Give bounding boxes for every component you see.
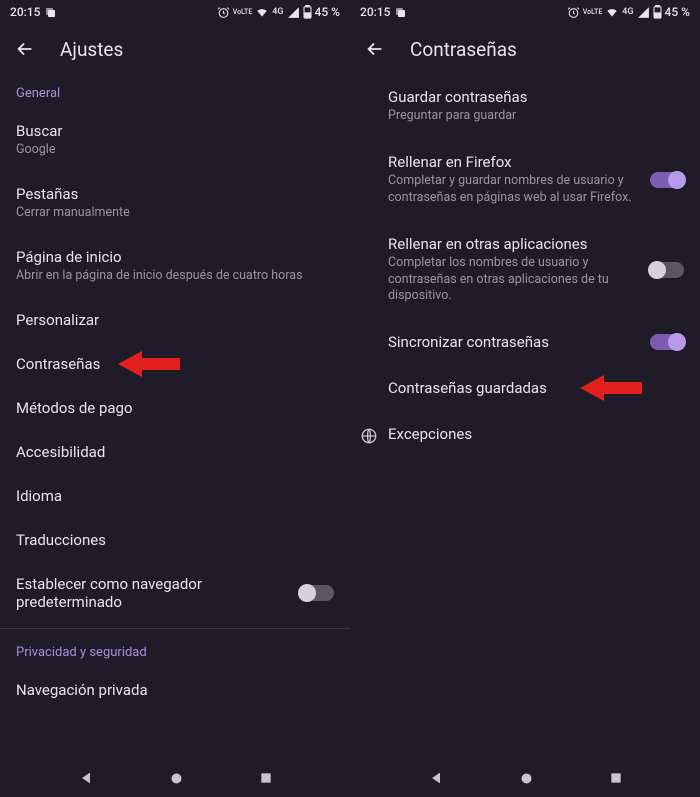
item-search[interactable]: Buscar Google: [0, 109, 350, 172]
wifi-icon: [605, 5, 619, 19]
item-language[interactable]: Idioma: [0, 474, 350, 518]
item-passwords[interactable]: Contraseñas: [0, 342, 350, 386]
passwords-list[interactable]: Guardar contraseñas Preguntar para guard…: [350, 74, 700, 759]
section-general: General: [0, 74, 350, 109]
status-time: 20:15: [10, 5, 40, 19]
alarm-icon: [567, 6, 580, 19]
back-button[interactable]: [14, 38, 36, 60]
toggle-default-browser[interactable]: [300, 585, 334, 601]
app-bar: Ajustes: [0, 24, 350, 74]
item-exceptions[interactable]: Excepciones: [388, 411, 700, 457]
nav-recent[interactable]: [259, 771, 273, 785]
nav-home[interactable]: [169, 771, 184, 786]
status-bar: 20:15 VoLTE 4G 45 %: [0, 0, 350, 24]
status-bar: 20:15 VoLTE 4G 45 %: [350, 0, 700, 24]
toggle-autofill-other[interactable]: [650, 262, 684, 278]
settings-list[interactable]: General Buscar Google Pestañas Cerrar ma…: [0, 74, 350, 759]
signal-icon: [637, 6, 650, 19]
nav-bar: [350, 759, 700, 797]
item-tabs[interactable]: Pestañas Cerrar manualmente: [0, 172, 350, 235]
item-autofill-firefox[interactable]: Rellenar en Firefox Completar y guardar …: [388, 139, 700, 221]
phone-right: 20:15 VoLTE 4G 45 % Contraseñas Guardar …: [350, 0, 700, 797]
item-accessibility[interactable]: Accesibilidad: [0, 430, 350, 474]
item-translations[interactable]: Traducciones: [0, 518, 350, 562]
item-payment[interactable]: Métodos de pago: [0, 386, 350, 430]
network-indicator: 4G: [622, 7, 633, 17]
battery-pct: 45 %: [315, 5, 340, 19]
signal-icon: [287, 6, 300, 19]
battery-icon: [653, 5, 662, 19]
item-customize[interactable]: Personalizar: [0, 298, 350, 342]
nav-back[interactable]: [428, 770, 444, 786]
battery-icon: [303, 5, 312, 19]
alarm-icon: [217, 6, 230, 19]
item-saved-passwords[interactable]: Contraseñas guardadas: [388, 365, 700, 411]
toggle-sync-passwords[interactable]: [650, 334, 684, 350]
phone-left: 20:15 VoLTE 4G 45 % Ajustes General Busc…: [0, 0, 350, 797]
item-save-passwords[interactable]: Guardar contraseñas Preguntar para guard…: [388, 74, 700, 139]
lte-indicator: VoLTE: [583, 9, 602, 16]
nav-recent[interactable]: [609, 771, 623, 785]
app-icon: [394, 6, 406, 18]
back-button[interactable]: [364, 38, 386, 60]
wifi-icon: [255, 5, 269, 19]
lte-indicator: VoLTE: [233, 9, 252, 16]
toggle-autofill-firefox[interactable]: [650, 172, 684, 188]
globe-icon: [360, 427, 378, 449]
nav-home[interactable]: [519, 771, 534, 786]
item-sync-passwords[interactable]: Sincronizar contraseñas: [388, 319, 700, 365]
network-indicator: 4G: [272, 7, 283, 17]
item-private-browsing[interactable]: Navegación privada: [0, 668, 350, 712]
battery-pct: 45 %: [665, 5, 690, 19]
status-time: 20:15: [360, 5, 390, 19]
item-default-browser[interactable]: Establecer como navegador predeterminado: [0, 562, 350, 624]
item-autofill-other[interactable]: Rellenar en otras aplicaciones Completar…: [388, 221, 700, 320]
page-title: Ajustes: [60, 38, 123, 61]
page-title: Contraseñas: [410, 38, 517, 61]
nav-bar: [0, 759, 350, 797]
app-icon: [44, 6, 56, 18]
app-bar: Contraseñas: [350, 24, 700, 74]
nav-back[interactable]: [78, 770, 94, 786]
section-privacy: Privacidad y seguridad: [0, 633, 350, 668]
item-homepage[interactable]: Página de inicio Abrir en la página de i…: [0, 235, 350, 298]
divider: [0, 628, 350, 629]
